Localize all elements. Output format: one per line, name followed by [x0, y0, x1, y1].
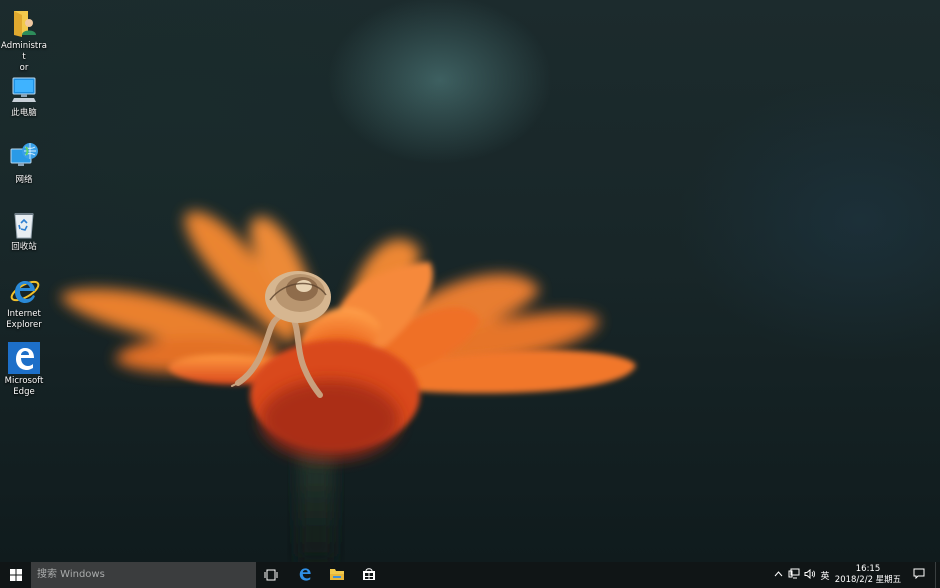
desktop-icon-internet-explorer[interactable]: Internet Explorer	[0, 275, 48, 331]
tray-overflow-button[interactable]	[771, 562, 785, 588]
wallpaper-image	[60, 211, 636, 562]
user-folder-icon	[8, 7, 40, 39]
desktop-icon-label: Microsoft Edge	[4, 376, 44, 397]
store-icon	[362, 566, 376, 585]
desktop-icon-label: 网络	[15, 175, 33, 185]
recycle-bin-icon	[8, 208, 40, 240]
taskbar-store-button[interactable]	[353, 562, 385, 588]
desktop-icon-network[interactable]: 网络	[0, 141, 48, 186]
desktop-icon-microsoft-edge[interactable]: Microsoft Edge	[0, 342, 48, 398]
windows-logo-icon	[9, 566, 22, 585]
desktop-icon-label: 回收站	[11, 242, 37, 252]
taskbar-clock[interactable]: 16:15 2018/2/2 星期五	[832, 564, 904, 586]
notification-icon	[913, 568, 925, 582]
network-icon	[8, 141, 40, 173]
tray-network-button[interactable]	[786, 562, 802, 588]
search-input[interactable]: 搜索 Windows	[31, 562, 256, 588]
desktop[interactable]: Administrat or 此电脑 网络 回收站 Internet Explo…	[0, 0, 940, 588]
clock-date: 2018/2/2 星期五	[834, 575, 902, 585]
taskbar-file-explorer-button[interactable]	[321, 562, 353, 588]
start-button[interactable]	[0, 562, 31, 588]
action-center-button[interactable]	[910, 562, 928, 588]
desktop-icon-administrator[interactable]: Administrat or	[0, 7, 48, 74]
network-wired-icon	[788, 568, 800, 582]
desktop-icon-label: Administrat or	[1, 41, 47, 73]
show-desktop-button[interactable]	[935, 562, 940, 588]
this-pc-icon	[8, 74, 40, 106]
task-view-button[interactable]	[255, 562, 287, 588]
desktop-icon-label: Internet Explorer	[6, 309, 42, 330]
edge-icon	[8, 342, 40, 374]
desktop-icon-this-pc[interactable]: 此电脑	[0, 74, 48, 119]
internet-explorer-icon	[8, 275, 40, 307]
tray-volume-button[interactable]	[802, 562, 818, 588]
task-view-icon	[264, 566, 278, 585]
desktop-icon-label: 此电脑	[11, 108, 37, 118]
edge-icon	[298, 566, 312, 585]
file-explorer-icon	[329, 566, 345, 585]
speaker-icon	[804, 568, 816, 582]
clock-time: 16:15	[855, 564, 881, 574]
taskbar-edge-button[interactable]	[289, 562, 321, 588]
chevron-up-icon	[774, 570, 783, 580]
input-method-button[interactable]: 英	[818, 562, 832, 588]
search-placeholder: 搜索 Windows	[37, 569, 105, 580]
taskbar: 搜索 Windows 英 16:15 2018/2/2 星期五	[0, 562, 940, 588]
desktop-icon-recycle-bin[interactable]: 回收站	[0, 208, 48, 253]
